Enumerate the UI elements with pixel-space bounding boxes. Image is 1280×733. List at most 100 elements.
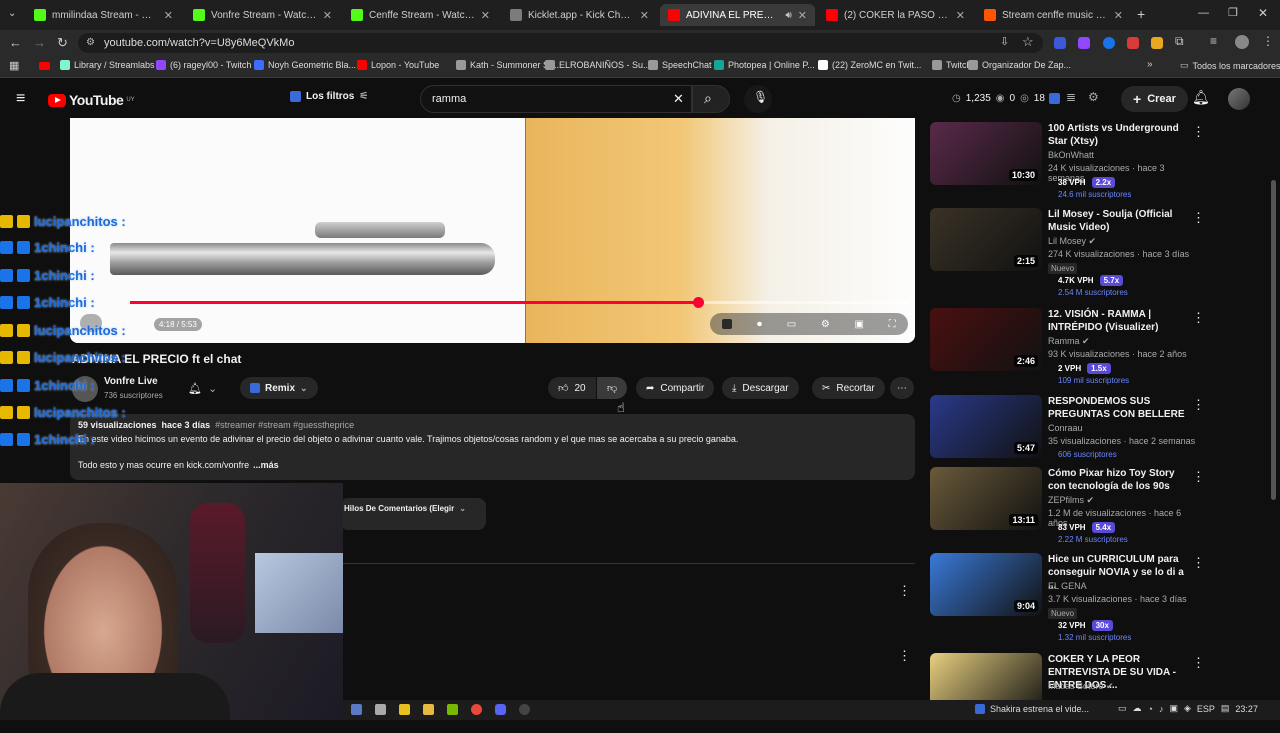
recommendation-channel[interactable]: Conraau [1048,423,1083,433]
close-tab-icon[interactable]: ✕ [323,9,332,22]
tab-list-chevron-icon[interactable]: ⌄ [8,8,16,19]
bookmark-item[interactable]: (6) rageyl00 - Twitch [156,60,251,70]
apps-grid-icon[interactable]: ▦ [9,59,19,72]
scrollbar-thumb[interactable] [1271,180,1276,500]
tray-icon-4[interactable]: ◈ [1184,703,1191,714]
voice-search-button[interactable]: 🎙︎ [744,85,772,113]
close-tab-icon[interactable]: ✕ [481,9,490,22]
clock-time[interactable]: 23:27 [1235,704,1258,714]
progress-bar-track[interactable] [130,297,908,308]
account-avatar[interactable] [1228,88,1250,110]
iq-player-icon[interactable] [722,319,733,329]
volume-icon[interactable]: ♪ [1159,704,1164,714]
nvidia-app-icon[interactable] [447,704,458,715]
address-bar[interactable]: ⚙ youtube.com/watch?v=U8y6MeQVkMo [78,33,1043,53]
new-tab-button[interactable]: + [1137,6,1145,22]
recommendation-menu-icon[interactable]: ⋮ [1192,210,1205,226]
bookmark-item[interactable]: Library / Streamlabs [60,60,155,70]
bookmark-item[interactable]: Kath - Summoner St... [456,60,559,70]
extension-icon-1[interactable] [1054,37,1066,49]
keyboard-language[interactable]: ESP [1197,704,1215,714]
recommendation-channel[interactable]: Ramma ✔︎ [1048,336,1090,347]
notifications-bell-icon[interactable]: 🔔︎ [1192,89,1210,106]
close-window-button[interactable]: ✕ [1258,6,1268,20]
iq-extension-icon-2[interactable] [1049,93,1060,104]
close-tab-icon[interactable]: ✕ [1114,9,1123,22]
recommendation-item[interactable]: COKER Y LA PEOR ENTREVISTA DE SU VIDA - … [930,653,1205,733]
video-player[interactable]: 4:18 / 5:53 ⏺ ▭ ⚙ ▣ ⛶ [70,118,915,343]
close-tab-icon[interactable]: ✕ [956,9,965,22]
hamburger-menu-icon[interactable]: ≡ [16,90,25,108]
create-button[interactable]: + Crear [1121,86,1188,112]
speaker-icon[interactable]: 🔊︎ [785,10,791,21]
forward-icon[interactable]: → [33,35,46,50]
share-button[interactable]: ➦ Compartir [636,377,715,399]
browser-tab[interactable]: (2) COKER la PASÓ MUY MAL c... ✕ [818,4,973,26]
lightning-app-icon[interactable] [399,704,410,715]
comment-menu-icon[interactable]: ⋮ [898,583,911,599]
browser-tab[interactable]: Kicklet.app - Kick Chatbot and... ✕ [502,4,657,26]
all-bookmarks-folder[interactable]: ▭ Todos los marcadores [1180,60,1280,71]
bookmark-item[interactable]: (22) ZeroMC en Twit... [818,60,921,70]
bookmark-item[interactable]: Organizador De Zap... [968,60,1071,70]
autoplay-toggle-icon[interactable]: ⏺ [757,319,762,330]
reading-list-icon[interactable]: ≡ [1210,34,1217,48]
channel-name[interactable]: Vonfre Live [104,376,158,387]
search-button[interactable]: ⌕ [692,85,730,113]
settings-extension-icon[interactable]: ⚙ [1088,90,1099,104]
recommendation-menu-icon[interactable]: ⋮ [1192,124,1205,140]
bookmark-item[interactable]: Noyh Geometric Bla... [254,60,356,70]
recommendation-menu-icon[interactable]: ⋮ [1192,655,1205,671]
bookmark-item[interactable]: Lopon - YouTube [357,60,439,70]
site-info-icon[interactable]: ⚙ [86,33,95,53]
youtube-logo[interactable]: YouTube UY [48,92,135,108]
keyboard-app-icon[interactable] [351,704,362,715]
wifi-icon[interactable]: ◔ [1148,704,1153,714]
discord-app-icon[interactable] [495,704,506,715]
folder-app-icon[interactable] [423,704,434,715]
tray-icon-2[interactable]: ☁︎ [1133,703,1142,714]
recommendation-menu-icon[interactable]: ⋮ [1192,469,1205,485]
bookmark-item[interactable]: Photopea | Online P... [714,60,815,70]
close-tab-icon[interactable]: ✕ [164,9,173,22]
recommendation-title[interactable]: Lil Mosey - Soulja (Official Music Video… [1048,208,1188,234]
obs-app-icon[interactable] [519,704,530,715]
recommendation-thumbnail[interactable]: 2:46 [930,308,1042,371]
recommendation-channel[interactable]: Matias Botero ✔︎ [1048,681,1114,692]
recommendation-title[interactable]: 100 Artists vs Underground Star (Xtsy) [1048,122,1188,148]
recommendation-item[interactable]: 2:15 Lil Mosey - Soulja (Official Music V… [930,208,1205,297]
recommendation-item[interactable]: 2:46 12. VISIÓN - RAMMA | INTRÉPIDO (Visu… [930,308,1205,388]
clip-button[interactable]: ✂ Recortar [812,377,885,399]
fullscreen-icon[interactable]: ⛶ [889,319,896,330]
close-tab-icon[interactable]: ✕ [798,9,807,22]
show-more-link[interactable]: ...más [253,460,279,470]
monitor-app-icon[interactable] [375,704,386,715]
search-input[interactable]: ramma ✕ [420,85,692,113]
profile-avatar[interactable] [1235,35,1249,49]
reload-icon[interactable]: ↻ [57,35,68,51]
recommendation-thumbnail[interactable]: 9:04 [930,553,1042,616]
browser-tab[interactable]: Cenffe Stream - Watch Live on... ✕ [343,4,498,26]
recommendation-item[interactable]: 10:30 100 Artists vs Underground Star (Xt… [930,122,1205,202]
recommendation-channel[interactable]: ZEPfilms ✔︎ [1048,495,1094,506]
install-icon[interactable]: ⇩ [1000,35,1009,48]
bookmark-youtube-icon[interactable] [39,62,50,70]
recommendation-item[interactable]: 5:47 RESPONDEMOS SUS PREGUNTAS CON BELLER… [930,395,1205,475]
settings-gear-icon[interactable]: ⚙ [821,319,830,330]
remix-button[interactable]: Remix ⌄ [240,377,318,399]
extension-icon-3[interactable] [1103,37,1115,49]
bookmark-star-icon[interactable]: ☆ [1022,34,1034,50]
description-box[interactable]: 59 visualizaciones hace 3 días #streamer… [70,414,915,480]
description-hashtags[interactable]: #streamer #stream #guesstheprice [215,420,354,430]
browser-menu-icon[interactable]: ⋮ [1262,34,1274,48]
filters-button[interactable]: Los filtros ⚟ [290,91,368,102]
extension-icon-4[interactable] [1127,37,1139,49]
close-tab-icon[interactable]: ✕ [640,9,649,22]
recommendation-thumbnail[interactable]: 5:47 [930,395,1042,458]
recommendation-channel[interactable]: BkOnWhatt [1048,150,1094,160]
recommendation-channel[interactable]: EL GENA [1048,581,1087,591]
browser-tab[interactable]: mmilindaa Stream - Watch... ✕ [26,4,181,26]
comment-menu-icon[interactable]: ⋮ [898,648,911,664]
extension-icon-5[interactable] [1151,37,1163,49]
recommendation-title[interactable]: 12. VISIÓN - RAMMA | INTRÉPIDO (Visualiz… [1048,308,1188,334]
